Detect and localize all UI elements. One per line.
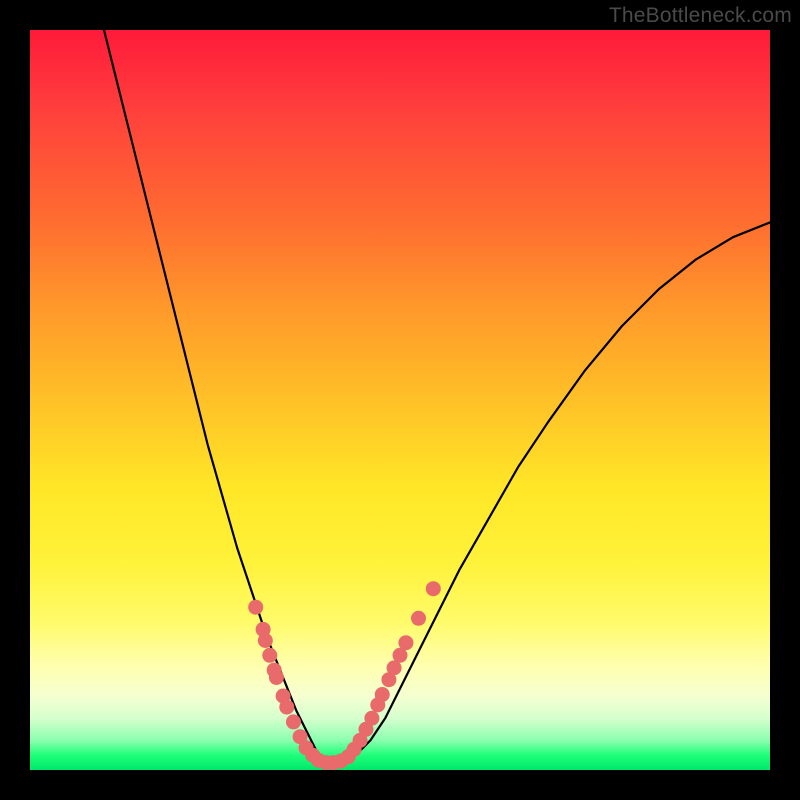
data-point (426, 581, 441, 596)
data-point (286, 714, 301, 729)
data-point (262, 648, 277, 663)
data-point (364, 711, 379, 726)
curve-line (104, 30, 770, 763)
data-point (411, 611, 426, 626)
watermark-text: TheBottleneck.com (609, 4, 792, 28)
chart-svg (30, 30, 770, 770)
chart-frame: TheBottleneck.com (0, 0, 800, 800)
data-point (398, 635, 413, 650)
data-point (258, 633, 273, 648)
curve-markers (248, 581, 441, 770)
plot-area (30, 30, 770, 770)
data-point (248, 600, 263, 615)
data-point (375, 687, 390, 702)
data-point (269, 670, 284, 685)
data-point (279, 700, 294, 715)
